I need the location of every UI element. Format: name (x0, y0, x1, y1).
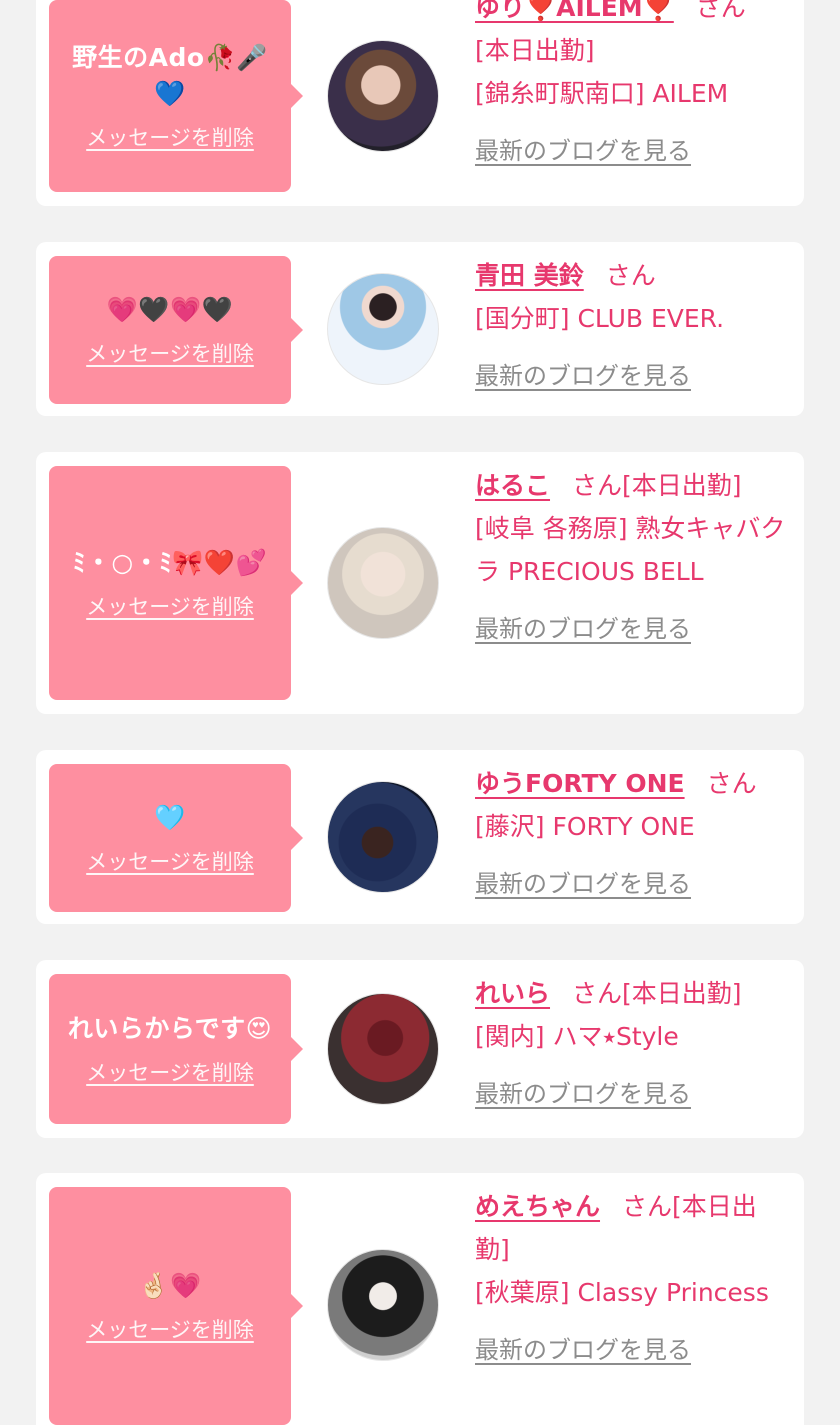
cast-name-link[interactable]: れいら (475, 979, 550, 1008)
delete-message-link[interactable]: メッセージを削除 (86, 1314, 254, 1344)
cast-info: れいら さん[本日出勤] [関内] ハマ⭑Style 最新のブログを見る (475, 972, 787, 1116)
cast-name-link[interactable]: はるこ (475, 471, 550, 500)
latest-blog-link[interactable]: 最新のブログを見る (475, 1073, 691, 1116)
delete-message-link[interactable]: メッセージを削除 (86, 591, 254, 621)
honorific: さん (695, 0, 746, 22)
cast-name-line: ゆり❣️AILEM❣️ さん (475, 0, 787, 29)
honorific: さん (605, 261, 656, 290)
honorific: さん (572, 471, 623, 500)
message-text: 🩵 (154, 803, 186, 832)
message-bubble: 野生のAdo🥀🎤💙 メッセージを削除 (49, 0, 303, 192)
work-status: [本日出勤] (622, 471, 742, 500)
avatar[interactable] (327, 1249, 439, 1361)
honorific: さん (572, 979, 623, 1008)
latest-blog-link[interactable]: 最新のブログを見る (475, 608, 691, 651)
delete-message-link[interactable]: メッセージを削除 (86, 846, 254, 876)
message-text: 💗🖤💗🖤 (106, 295, 234, 324)
avatar[interactable] (327, 993, 439, 1105)
message-bubble: 💗🖤💗🖤 メッセージを削除 (49, 256, 303, 404)
cast-name-line: ゆうFORTY ONE さん (475, 762, 787, 805)
work-status: [本日出勤] (475, 36, 595, 65)
avatar[interactable] (327, 781, 439, 893)
message-card: れいらからです😍 メッセージを削除 れいら さん[本日出勤] [関内] ハマ⭑St… (36, 960, 804, 1138)
message-text: ﾐ・○・ﾐ🎀❤️💕 (72, 548, 268, 577)
latest-blog-link[interactable]: 最新のブログを見る (475, 863, 691, 906)
cast-info: めえちゃん さん[本日出勤] [秋葉原] Classy Princess 最新のブ… (475, 1185, 787, 1372)
message-card: 💗🖤💗🖤 メッセージを削除 青田 美鈴 さん [国分町] CLUB EVER. 最… (36, 242, 804, 416)
message-bubble: れいらからです😍 メッセージを削除 (49, 974, 303, 1124)
cast-info: はるこ さん[本日出勤] [岐阜 各務原] 熟女キャバクラ PRECIOUS BE… (475, 464, 787, 651)
message-card: 🩵 メッセージを削除 ゆうFORTY ONE さん [藤沢] FORTY ONE … (36, 750, 804, 924)
message-text: 🤞🏻💗 (138, 1271, 202, 1300)
shop-location: [藤沢] FORTY ONE (475, 812, 695, 841)
latest-blog-link[interactable]: 最新のブログを見る (475, 355, 691, 398)
message-card: 🤞🏻💗 メッセージを削除 めえちゃん さん[本日出勤] [秋葉原] Classy … (36, 1173, 804, 1425)
cast-name-link[interactable]: めえちゃん (475, 1192, 600, 1221)
message-card: ﾐ・○・ﾐ🎀❤️💕 メッセージを削除 はるこ さん[本日出勤] [岐阜 各務原] … (36, 452, 804, 714)
shop-location: [秋葉原] Classy Princess (475, 1278, 769, 1307)
cast-name-link[interactable]: ゆうFORTY ONE (475, 769, 685, 798)
avatar[interactable] (327, 273, 439, 385)
honorific: さん (706, 769, 757, 798)
avatar[interactable] (327, 527, 439, 639)
message-bubble: 🤞🏻💗 メッセージを削除 (49, 1187, 303, 1425)
shop-location: [国分町] CLUB EVER. (475, 304, 725, 333)
cast-name-line: れいら さん[本日出勤] (475, 972, 787, 1015)
cast-info: 青田 美鈴 さん [国分町] CLUB EVER. 最新のブログを見る (475, 254, 787, 398)
latest-blog-link[interactable]: 最新のブログを見る (475, 130, 691, 173)
message-card: 野生のAdo🥀🎤💙 メッセージを削除 ゆり❣️AILEM❣️ さん [本日出勤] … (36, 0, 804, 206)
message-bubble: ﾐ・○・ﾐ🎀❤️💕 メッセージを削除 (49, 466, 303, 700)
cast-info: ゆり❣️AILEM❣️ さん [本日出勤] [錦糸町駅南口] AILEM 最新のブ… (475, 0, 787, 173)
cast-name-line: はるこ さん[本日出勤] (475, 464, 787, 507)
shop-location: [錦糸町駅南口] AILEM (475, 79, 729, 108)
cast-name-link[interactable]: 青田 美鈴 (475, 261, 584, 290)
cast-name-line: めえちゃん さん[本日出勤] (475, 1185, 787, 1271)
honorific: さん (622, 1192, 673, 1221)
delete-message-link[interactable]: メッセージを削除 (86, 338, 254, 368)
delete-message-link[interactable]: メッセージを削除 (86, 122, 254, 152)
cast-name-line: 青田 美鈴 さん (475, 254, 787, 297)
delete-message-link[interactable]: メッセージを削除 (86, 1057, 254, 1087)
work-status: [本日出勤] (622, 979, 742, 1008)
avatar[interactable] (327, 40, 439, 152)
cast-name-link[interactable]: ゆり❣️AILEM❣️ (475, 0, 674, 22)
message-text: 野生のAdo🥀🎤💙 (72, 43, 268, 108)
message-text: れいらからです😍 (67, 1014, 273, 1043)
latest-blog-link[interactable]: 最新のブログを見る (475, 1329, 691, 1372)
message-bubble: 🩵 メッセージを削除 (49, 764, 303, 912)
cast-info: ゆうFORTY ONE さん [藤沢] FORTY ONE 最新のブログを見る (475, 762, 787, 906)
shop-location: [岐阜 各務原] 熟女キャバクラ PRECIOUS BELL (475, 514, 786, 586)
shop-location: [関内] ハマ⭑Style (475, 1022, 679, 1051)
